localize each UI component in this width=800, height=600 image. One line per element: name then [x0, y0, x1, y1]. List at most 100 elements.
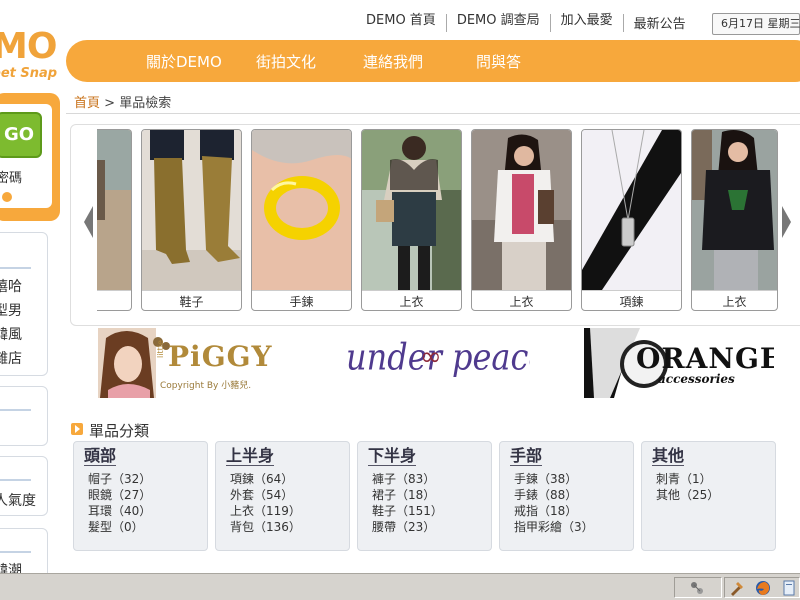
sidebar-divider [0, 267, 31, 269]
category-item[interactable]: 刺青（1） [656, 471, 719, 487]
carousel-caption: 上衣 [692, 290, 777, 310]
status-bar-cell [724, 577, 800, 598]
top-link-announcements[interactable]: 最新公告 [624, 18, 696, 32]
carousel-prev-icon[interactable] [84, 206, 93, 238]
category-item[interactable]: 戒指（18） [514, 503, 594, 519]
sidebar-item-korean[interactable]: 韓風 [0, 324, 22, 344]
forgot-password-link[interactable]: 密碼 [0, 167, 22, 186]
category-item[interactable]: 背包（136） [230, 519, 301, 535]
category-item[interactable]: 上衣（119） [230, 503, 301, 519]
carousel-caption: 上衣 [362, 290, 461, 310]
nav-contact[interactable]: 連絡我們 [363, 51, 423, 72]
banner-piggy-brand: PiGGY [168, 340, 273, 373]
carousel-caption: 上衣 [472, 290, 571, 310]
sidebar-box-2 [0, 386, 48, 446]
top-link-add-favorite[interactable]: 加入最愛 [551, 14, 624, 32]
banner-orange-tagline: accessories [658, 372, 735, 386]
sidebar-item-popularity[interactable]: 人氣度 [0, 490, 36, 510]
category-head[interactable]: 手部 [510, 447, 543, 466]
carousel-item[interactable] [97, 129, 132, 311]
network-icon[interactable] [689, 580, 705, 596]
tool-icon[interactable] [729, 580, 745, 596]
category-item[interactable]: 指甲彩繪（3） [514, 519, 594, 535]
page-icon[interactable] [781, 580, 797, 596]
carousel-caption [97, 290, 131, 310]
category-box-head: 頭部 帽子（32） 眼鏡（27） 耳環（40） 髮型（0） [73, 441, 208, 551]
banner-piggy-prefix: little [156, 340, 165, 358]
photo-plaid-outfit [362, 130, 461, 290]
carousel-caption: 項鍊 [582, 290, 681, 310]
main-nav: 關於DEMO 街拍文化 連絡我們 問與答 [66, 40, 800, 82]
go-button[interactable]: GO [0, 112, 42, 158]
carousel-caption: 鞋子 [142, 290, 241, 310]
carousel-item[interactable]: 手鍊 [251, 129, 352, 311]
carousel-caption: 手鍊 [252, 290, 351, 310]
category-head[interactable]: 頭部 [84, 447, 117, 466]
carousel-next-icon[interactable] [782, 206, 791, 238]
category-item[interactable]: 鞋子（151） [372, 503, 443, 519]
banner-piggy-credit: Copyright By 小豬兒. [160, 381, 252, 391]
category-item[interactable]: 手鍊（38） [514, 471, 594, 487]
date-display: 6月17日 星期三 [712, 13, 800, 35]
logo-sub-text: eet Snap [0, 66, 58, 81]
breadcrumb: 首頁 > 單品檢索 [74, 92, 171, 111]
photo-boots [142, 130, 241, 290]
category-item[interactable]: 眼鏡（27） [88, 487, 151, 503]
carousel-item[interactable]: 上衣 [471, 129, 572, 311]
category-box-upper-body: 上半身 項鍊（64） 外套（54） 上衣（119） 背包（136） [215, 441, 350, 551]
sidebar-divider [0, 551, 31, 553]
category-item[interactable]: 其他（25） [656, 487, 719, 503]
bullet-icon [2, 192, 12, 202]
sidebar-item-hiphop[interactable]: 嘻哈 [0, 276, 22, 296]
category-item[interactable]: 腰帶（23） [372, 519, 443, 535]
top-links: DEMO 首頁 DEMO 調查局 加入最愛 最新公告 [362, 14, 696, 32]
category-item[interactable]: 項鍊（64） [230, 471, 301, 487]
carousel-item[interactable]: 上衣 [361, 129, 462, 311]
category-box-other: 其他 刺青（1） 其他（25） [641, 441, 776, 551]
sidebar-item-cool-guy[interactable]: 型男 [0, 300, 22, 320]
breadcrumb-home[interactable]: 首頁 [74, 96, 100, 111]
category-list: 項鍊（64） 外套（54） 上衣（119） 背包（136） [230, 471, 301, 535]
nav-faq[interactable]: 問與答 [476, 51, 521, 72]
logo-main-text: MO [0, 26, 57, 67]
category-head[interactable]: 上半身 [226, 447, 275, 466]
category-list: 手鍊（38） 手錶（88） 戒指（18） 指甲彩繪（3） [514, 471, 594, 535]
photo-yellow-bangle [252, 130, 351, 290]
carousel-item[interactable]: 鞋子 [141, 129, 242, 311]
photo-white-jacket [472, 130, 571, 290]
sidebar-item-shop[interactable]: 雜店 [0, 348, 22, 368]
category-box-hands: 手部 手鍊（38） 手錶（88） 戒指（18） 指甲彩繪（3） [499, 441, 634, 551]
banner-piggy[interactable]: little PiGGY Copyright By 小豬兒. [98, 328, 288, 398]
category-item[interactable]: 耳環（40） [88, 503, 151, 519]
category-list: 褲子（83） 裙子（18） 鞋子（151） 腰帶（23） [372, 471, 443, 535]
banner-orange[interactable]: ORANGE accessories [584, 328, 774, 398]
top-link-demo-home[interactable]: DEMO 首頁 [362, 14, 447, 32]
category-item[interactable]: 手錶（88） [514, 487, 594, 503]
category-item[interactable]: 帽子（32） [88, 471, 151, 487]
category-head[interactable]: 下半身 [368, 447, 417, 466]
category-item[interactable]: 褲子（83） [372, 471, 443, 487]
nav-about[interactable]: 關於DEMO [146, 51, 222, 72]
banner-orange-brand: ORANGE [636, 342, 774, 375]
banner-under-peace[interactable]: under ∞ peace [340, 328, 530, 398]
breadcrumb-divider [66, 113, 800, 114]
carousel-item[interactable]: 上衣 [691, 129, 778, 311]
category-list: 刺青（1） 其他（25） [656, 471, 719, 503]
browser-status-bar [0, 573, 800, 600]
top-link-investigation[interactable]: DEMO 調查局 [447, 14, 551, 32]
firefox-icon[interactable] [755, 580, 771, 596]
photo-street-partial [97, 130, 131, 290]
carousel-item[interactable]: 項鍊 [581, 129, 682, 311]
category-item[interactable]: 髮型（0） [88, 519, 151, 535]
sidebar-divider [0, 409, 31, 411]
status-bar-cell [674, 577, 722, 598]
category-item[interactable]: 裙子（18） [372, 487, 443, 503]
site-logo[interactable]: MO eet Snap [0, 22, 72, 82]
category-head[interactable]: 其他 [652, 447, 685, 466]
infinity-icon: ∞ [420, 342, 442, 372]
banner-peace-text: peace [452, 335, 530, 379]
photo-black-hoodie [692, 130, 777, 290]
category-item[interactable]: 外套（54） [230, 487, 301, 503]
breadcrumb-separator: > [104, 96, 116, 111]
nav-street-culture[interactable]: 街拍文化 [256, 51, 316, 72]
